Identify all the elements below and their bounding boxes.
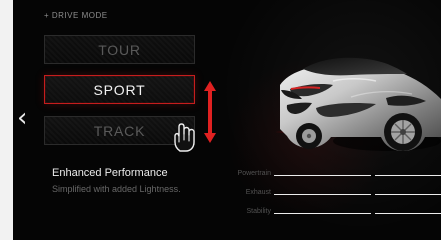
track-mode-label: TRACK bbox=[93, 122, 146, 139]
tour-mode-button[interactable]: TOUR bbox=[44, 35, 195, 64]
drive-mode-screen: ‹ + DRIVE MODE TOUR SPORT TRACK Enhanced… bbox=[0, 0, 441, 240]
sport-mode-button[interactable]: SPORT bbox=[44, 75, 195, 104]
performance-subtitle: Simplified with added Lightness. bbox=[52, 184, 181, 194]
chevron-left-icon[interactable]: ‹ bbox=[17, 105, 35, 131]
metric-row-powertrain: Powertrain bbox=[221, 170, 441, 182]
drive-mode-label: + DRIVE MODE bbox=[44, 11, 108, 20]
metric-line-right bbox=[375, 175, 441, 176]
left-rail bbox=[0, 0, 13, 240]
metric-row-stability: Stability bbox=[221, 208, 441, 220]
car-image bbox=[275, 57, 441, 151]
metric-line bbox=[274, 213, 371, 214]
metric-label: Powertrain bbox=[237, 170, 271, 177]
metric-line-right bbox=[375, 213, 441, 214]
metric-line bbox=[274, 175, 371, 176]
metric-line bbox=[274, 194, 371, 195]
metric-label: Stability bbox=[246, 208, 271, 215]
hand-cursor-icon bbox=[174, 123, 195, 152]
metric-row-exhaust: Exhaust bbox=[221, 189, 441, 201]
tour-mode-label: TOUR bbox=[98, 41, 141, 58]
performance-title: Enhanced Performance bbox=[52, 167, 168, 179]
metric-line-right bbox=[375, 194, 441, 195]
sport-mode-label: SPORT bbox=[93, 81, 146, 98]
metric-label: Exhaust bbox=[245, 189, 271, 196]
up-down-arrow-icon bbox=[204, 81, 216, 143]
